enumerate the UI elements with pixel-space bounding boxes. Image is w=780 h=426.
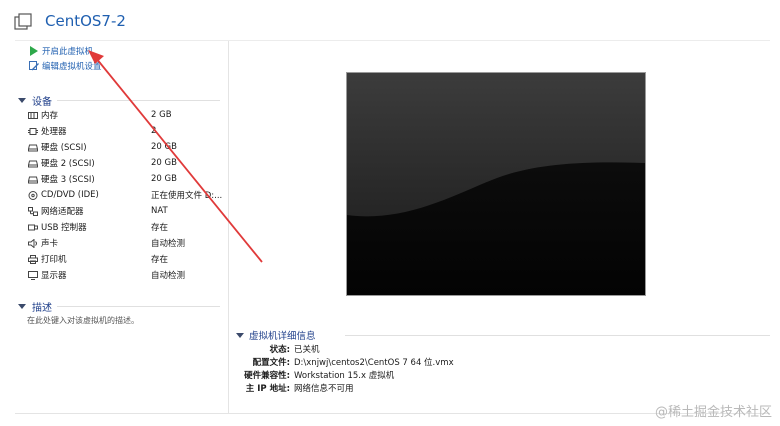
cd-dvd-icon [28, 190, 38, 200]
device-name: 打印机 [41, 255, 67, 265]
vm-details-section-header[interactable]: 虚拟机详细信息 [236, 328, 316, 342]
device-name: 硬盘 2 (SCSI) [41, 159, 95, 169]
device-name: 硬盘 3 (SCSI) [41, 175, 95, 185]
device-value: 自动检测 [151, 271, 186, 281]
device-row-hard-disk-3[interactable]: 硬盘 3 (SCSI) 20 GB [28, 171, 228, 187]
details-header-label: 虚拟机详细信息 [249, 331, 316, 342]
device-name: CD/DVD (IDE) [41, 190, 99, 200]
description-section-header[interactable]: 描述 [18, 299, 52, 314]
device-row-sound-card[interactable]: 声卡 自动检测 [28, 235, 228, 251]
detail-value: 网络信息不可用 [294, 384, 354, 394]
collapse-triangle-icon [236, 332, 244, 338]
play-icon [30, 46, 38, 56]
device-name: 声卡 [41, 239, 59, 249]
printer-icon [28, 254, 38, 264]
panel-divider [228, 41, 229, 413]
device-name: USB 控制器 [41, 223, 87, 233]
device-row-display[interactable]: 显示器 自动检测 [28, 267, 228, 283]
device-value: NAT [151, 206, 168, 216]
hard-disk-icon [28, 144, 38, 151]
power-on-label: 开启此虚拟机 [42, 47, 94, 57]
virtual-machine-icon [14, 13, 32, 30]
detail-value: Workstation 15.x 虚拟机 [294, 371, 395, 381]
device-value: 2 [151, 126, 157, 136]
description-input[interactable]: 在此处键入对该虚拟机的描述。 [27, 315, 139, 326]
section-divider [57, 100, 220, 101]
device-row-usb-controller[interactable]: USB 控制器 存在 [28, 219, 228, 235]
vm-screen-preview[interactable] [346, 72, 646, 296]
device-row-hard-disk[interactable]: 硬盘 (SCSI) 20 GB [28, 139, 228, 155]
device-value: 20 GB [151, 142, 177, 152]
device-value: 20 GB [151, 174, 177, 184]
description-header-label: 描述 [32, 303, 52, 314]
detail-key: 主 IP 地址: [245, 384, 290, 394]
edit-settings-icon [29, 61, 39, 71]
display-icon [28, 270, 38, 280]
detail-value: D:\xnjwj\centos2\CentOS 7 64 位.vmx [294, 358, 454, 368]
vm-preview-graphic [347, 73, 645, 295]
usb-icon [28, 224, 38, 230]
device-value: 自动检测 [151, 239, 186, 249]
edit-settings-label: 编辑虚拟机设置 [42, 62, 102, 72]
device-value: 存在 [151, 223, 169, 233]
detail-row-config-file: 配置文件: D:\xnjwj\centos2\CentOS 7 64 位.vmx [238, 356, 454, 368]
memory-icon [28, 111, 38, 119]
left-panel: 开启此虚拟机 编辑虚拟机设置 设备 内存 2 GB 处理器 2 硬盘 (SCSI… [15, 41, 228, 413]
device-row-printer[interactable]: 打印机 存在 [28, 251, 228, 267]
device-name: 处理器 [41, 127, 67, 137]
device-row-processor[interactable]: 处理器 2 [28, 123, 228, 139]
detail-key: 状态: [269, 345, 290, 355]
section-divider [345, 335, 770, 336]
section-divider [57, 306, 220, 307]
detail-row-state: 状态: 已关机 [238, 343, 320, 355]
network-adapter-icon [28, 206, 38, 216]
devices-section-header[interactable]: 设备 [18, 93, 52, 108]
device-value: 2 GB [151, 110, 172, 120]
device-row-network-adapter[interactable]: 网络适配器 NAT [28, 203, 228, 219]
detail-key: 硬件兼容性: [244, 371, 290, 381]
device-value: 正在使用文件 D:... [151, 191, 223, 201]
detail-key: 配置文件: [252, 358, 290, 368]
detail-row-primary-ip: 主 IP 地址: 网络信息不可用 [238, 382, 354, 394]
device-name: 硬盘 (SCSI) [41, 143, 87, 153]
device-name: 显示器 [41, 271, 67, 281]
power-on-vm-link[interactable]: 开启此虚拟机 [29, 45, 93, 57]
sound-card-icon [28, 238, 37, 248]
collapse-triangle-icon [18, 98, 26, 103]
collapse-triangle-icon [18, 304, 26, 309]
hard-disk-icon [28, 160, 38, 167]
device-row-hard-disk-2[interactable]: 硬盘 2 (SCSI) 20 GB [28, 155, 228, 171]
edit-vm-settings-link[interactable]: 编辑虚拟机设置 [29, 60, 102, 72]
device-value: 20 GB [151, 158, 177, 168]
devices-header-label: 设备 [32, 97, 52, 108]
hard-disk-icon [28, 176, 38, 183]
vm-title-bar: CentOS7-2 [0, 0, 780, 40]
detail-value: 已关机 [294, 345, 320, 355]
device-row-memory[interactable]: 内存 2 GB [28, 107, 228, 123]
cpu-icon [28, 127, 38, 135]
device-name: 网络适配器 [41, 207, 84, 217]
detail-row-hardware-compatibility: 硬件兼容性: Workstation 15.x 虚拟机 [238, 369, 394, 381]
device-row-cd-dvd[interactable]: CD/DVD (IDE) 正在使用文件 D:... [28, 187, 228, 203]
vm-title: CentOS7-2 [45, 12, 126, 30]
device-name: 内存 [41, 111, 59, 121]
watermark: @稀土掘金技术社区 [654, 405, 772, 420]
device-value: 存在 [151, 255, 169, 265]
